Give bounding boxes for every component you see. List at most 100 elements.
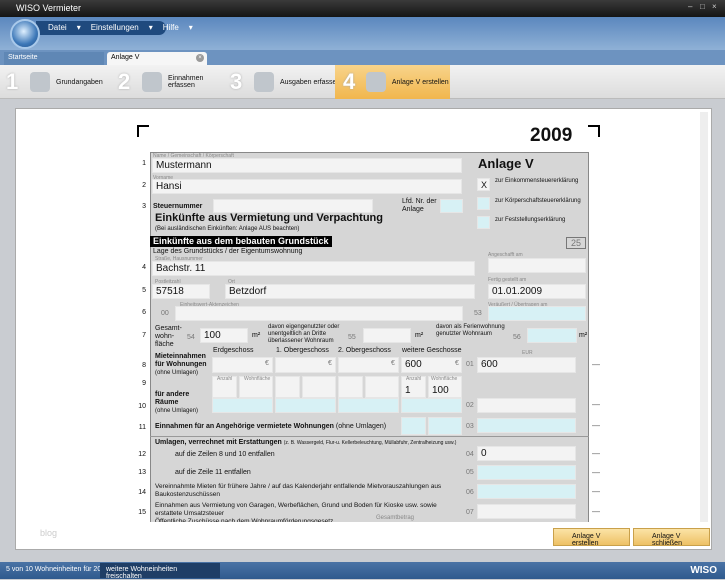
umlagen-05-field[interactable] (477, 465, 576, 480)
menu-einstellungen[interactable]: Einstellungen (91, 23, 139, 35)
rent-og2-field[interactable] (338, 357, 399, 373)
step-anlage-v[interactable]: 4 Anlage V erstellen (335, 65, 450, 99)
total-02-field[interactable] (477, 398, 576, 413)
wfl-og1-field[interactable] (302, 376, 336, 398)
line-number: 15 (138, 509, 146, 516)
code-01: 01 (466, 361, 474, 368)
veraeussert-field[interactable] (488, 306, 586, 321)
ohne-umlagen-label: (ohne Umlagen) (155, 370, 199, 376)
anlage-v-schliessen-button[interactable]: Anlage V schließen (633, 528, 710, 547)
dash-mark: — (592, 449, 600, 458)
wohnflaeche-label: Wohnfläche (431, 376, 458, 382)
app-logo-button[interactable] (10, 19, 40, 49)
checkbox-koerperschaftsteuer[interactable] (477, 197, 490, 210)
rent-weitere-field[interactable]: 600 (401, 357, 462, 373)
code-07: 07 (466, 509, 474, 516)
checkbox-einkommensteuer[interactable]: X (477, 178, 490, 191)
checkbox-feststellung[interactable] (477, 216, 490, 229)
menu-bar: Datei▾ Einstellungen▾ Hilfe▾ (36, 21, 193, 35)
angeschafft-field[interactable] (488, 258, 586, 273)
total-03-field[interactable] (477, 418, 576, 433)
steuernummer-field[interactable] (213, 199, 373, 213)
umlagen-label: Umlagen, verrechnet mit Erstattungen (155, 439, 282, 446)
plz-field[interactable]: 57518 (152, 284, 210, 299)
menu-hilfe[interactable]: Hilfe (163, 23, 179, 35)
field-07[interactable] (477, 504, 576, 519)
button-label: Anlage V schließen (652, 533, 682, 547)
person-icon (30, 72, 50, 92)
wfl-og2-field[interactable] (365, 376, 399, 398)
floor-header: 1. Obergeschoss (276, 347, 329, 354)
umlagen-04-field[interactable]: 0 (477, 446, 576, 461)
scrollbar[interactable] (700, 112, 708, 532)
unit-m2: m² (415, 332, 424, 339)
line-number: 13 (138, 469, 146, 476)
form-year: 2009 (530, 125, 573, 146)
check-label: zur Feststellungserklärung (495, 217, 566, 223)
line-number: 14 (138, 489, 146, 496)
anzahl-og1-field[interactable] (275, 376, 300, 398)
gesamtwohnflaeche-field[interactable]: 100 (200, 328, 248, 343)
dash-mark: — (592, 468, 600, 477)
line-number: 4 (142, 264, 146, 271)
minimize-button[interactable]: – (688, 2, 698, 12)
line-number: 8 (142, 362, 146, 369)
line-number: 10 (138, 403, 146, 410)
tab-startseite[interactable]: Startseite (4, 52, 104, 65)
watermark: blog (40, 528, 58, 538)
total-01-field[interactable]: 600 (477, 357, 576, 373)
tab-close-icon[interactable]: × (196, 54, 204, 62)
step-number: 3 (230, 69, 243, 94)
other-weitere-field[interactable] (401, 398, 462, 413)
lage-label: Lage des Grundstücks / der Eigentumswohn… (153, 248, 303, 255)
vorname-field[interactable]: Hansi (152, 179, 462, 194)
line-number: 2 (142, 182, 146, 189)
einheitswert-field[interactable] (175, 306, 463, 321)
code-00: 00 (161, 310, 169, 317)
fertig-label: Fertig gestellt am (488, 277, 527, 283)
tab-label: Anlage V (111, 54, 140, 61)
maximize-button[interactable]: □ (700, 2, 710, 12)
menu-datei[interactable]: Datei (48, 23, 67, 35)
euro-sign: € (328, 360, 332, 367)
wfl-angehoerige-field[interactable] (428, 417, 462, 435)
euro-sign: € (391, 360, 395, 367)
anlage-v-erstellen-button[interactable]: Anlage V erstellen (553, 528, 630, 547)
steuernummer-label: Steuernummer (153, 203, 203, 210)
dash-mark: — (592, 360, 600, 369)
check-label: zur Körperschaftsteuererklärung (495, 198, 581, 204)
dash-mark: — (592, 507, 600, 516)
wohnflaeche-label: Wohnfläche (244, 376, 271, 382)
ferienwohnung-label: davon als Ferienwohnung genutzter Wohnra… (436, 324, 505, 337)
tab-anlage-v[interactable]: Anlage V × (107, 52, 207, 65)
rent-erdgeschoss-field[interactable] (212, 357, 273, 373)
close-button[interactable]: × (712, 2, 722, 12)
rent-og1-field[interactable] (275, 357, 336, 373)
code-56: 56 (513, 334, 521, 341)
unlock-units-link[interactable]: weitere Wohneinheiten freischalten (100, 563, 220, 580)
eigengenutzt-field[interactable] (363, 328, 411, 343)
anzahl-label: Anzahl (217, 376, 233, 382)
step-label: Grundangaben (56, 78, 103, 86)
anzahl-angehoerige-field[interactable] (401, 417, 426, 435)
angehoerige-label: Einnahmen für an Angehörige vermietete W… (155, 423, 386, 431)
step-grundangaben[interactable]: 1 Grundangaben (6, 65, 116, 99)
ferienwohnung-field[interactable] (527, 328, 577, 343)
step-number: 1 (6, 69, 19, 94)
name-field[interactable]: Mustermann (152, 158, 462, 173)
section-heading: Einkünfte aus dem bebauten Grundstück (150, 236, 332, 247)
ort-field[interactable]: Betzdorf (225, 284, 475, 299)
other-og2-field[interactable] (338, 398, 399, 413)
lfd-nr-field[interactable] (440, 199, 463, 213)
step-number: 2 (118, 69, 131, 94)
fertig-field[interactable]: 01.01.2009 (488, 284, 586, 299)
anzahl-og2-field[interactable] (338, 376, 363, 398)
step-einnahmen[interactable]: 2 Einnahmen erfassen (118, 65, 228, 99)
line-number: 9 (142, 380, 146, 387)
strasse-field[interactable]: Bachstr. 11 (152, 261, 475, 276)
other-eg-field[interactable] (212, 398, 273, 413)
row12-label: auf die Zeilen 8 und 10 entfallen (175, 451, 275, 458)
other-og1-field[interactable] (275, 398, 336, 413)
field-06[interactable] (477, 484, 576, 499)
code-02: 02 (466, 402, 474, 409)
